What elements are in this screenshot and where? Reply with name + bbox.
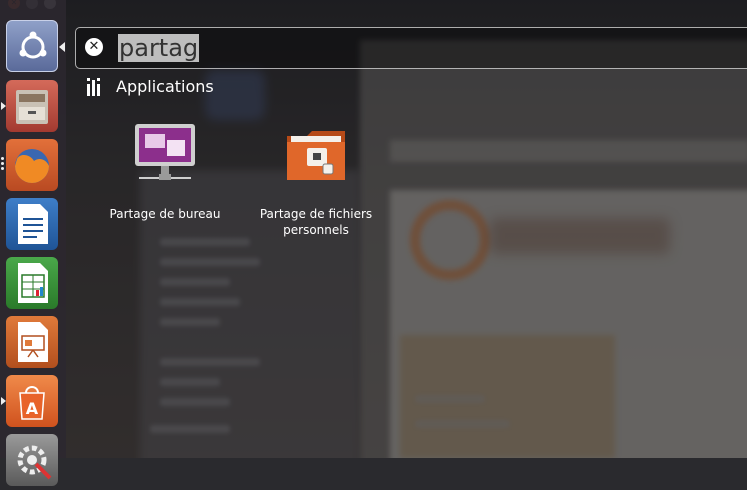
writer-icon [6,198,58,250]
running-indicator [1,157,4,172]
software-center-icon: A [6,375,58,427]
firefox-icon [6,139,58,191]
launcher-item-software-center[interactable]: A [6,375,58,427]
svg-text:A: A [26,399,39,418]
desktop-sharing-icon [90,120,240,206]
launcher-item-firefox[interactable] [6,139,58,191]
impress-icon [6,316,58,368]
launcher-item-writer[interactable] [6,198,58,250]
search-bar: ✕ partag [75,27,747,69]
running-indicator [1,102,6,110]
result-label: Partage de bureau [109,207,221,221]
active-indicator-arrow [59,42,65,52]
running-indicator [1,397,6,405]
file-cabinet-icon [6,80,58,132]
settings-icon [6,434,58,486]
applications-category-icon [87,78,103,96]
launcher-item-dash[interactable] [6,20,58,72]
clear-search-icon[interactable]: ✕ [85,38,103,56]
ubuntu-logo-icon [6,20,58,72]
result-label: Partage de fichiers personnels [259,207,373,237]
result-item-file-sharing[interactable]: Partage de fichiers personnels [241,120,391,238]
launcher: A [0,0,66,486]
result-item-desktop-sharing[interactable]: Partage de bureau [90,120,240,222]
launcher-item-calc[interactable] [6,257,58,309]
launcher-item-impress[interactable] [6,316,58,368]
search-input[interactable]: partag [118,34,200,62]
category-header[interactable]: Applications [116,77,214,96]
calc-icon [6,257,58,309]
launcher-item-system-settings[interactable] [6,434,58,486]
personal-file-sharing-icon [241,120,391,206]
launcher-item-file-manager[interactable] [6,80,58,132]
